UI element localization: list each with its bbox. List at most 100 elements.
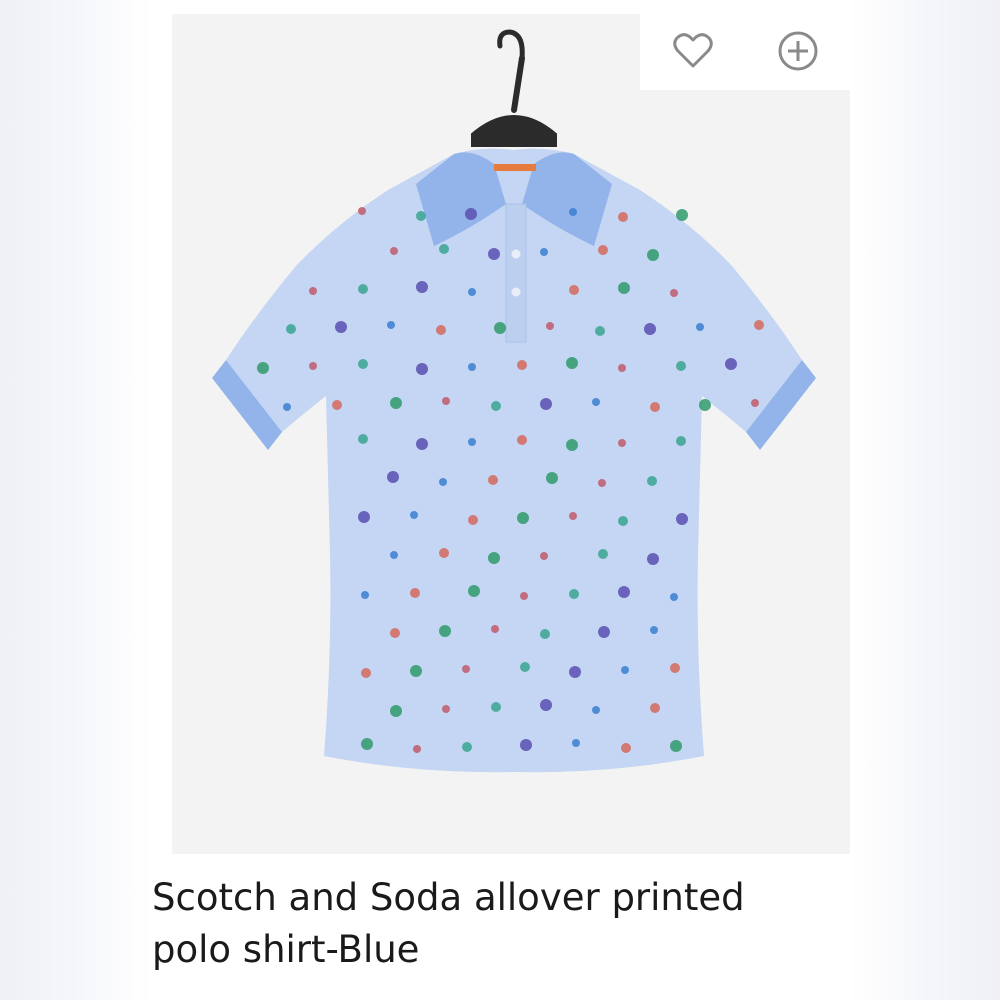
print-dot bbox=[751, 399, 759, 407]
print-dot bbox=[592, 706, 600, 714]
print-dot bbox=[410, 511, 418, 519]
print-dot bbox=[696, 323, 704, 331]
print-dot bbox=[283, 403, 291, 411]
product-title-line-2: polo shirt-Blue bbox=[152, 928, 420, 971]
print-dot bbox=[309, 287, 317, 295]
print-dot bbox=[569, 512, 577, 520]
print-dot bbox=[540, 398, 552, 410]
print-dot bbox=[676, 209, 688, 221]
print-dot bbox=[598, 245, 608, 255]
print-dot bbox=[650, 402, 660, 412]
print-dot bbox=[387, 321, 395, 329]
print-dot bbox=[546, 472, 558, 484]
print-dot bbox=[361, 591, 369, 599]
print-dot bbox=[442, 705, 450, 713]
print-dot bbox=[540, 248, 548, 256]
print-dot bbox=[618, 586, 630, 598]
print-dot bbox=[754, 320, 764, 330]
print-dot bbox=[595, 326, 605, 336]
print-dot bbox=[361, 738, 373, 750]
print-dot bbox=[416, 211, 426, 221]
print-dot bbox=[416, 363, 428, 375]
print-dot bbox=[621, 666, 629, 674]
wishlist-button[interactable] bbox=[665, 23, 721, 79]
print-dot bbox=[439, 478, 447, 486]
print-dot bbox=[569, 285, 579, 295]
product-action-bar bbox=[640, 12, 850, 90]
print-dot bbox=[592, 398, 600, 406]
print-dot bbox=[358, 359, 368, 369]
print-dot bbox=[546, 322, 554, 330]
print-dot bbox=[572, 739, 580, 747]
print-dot bbox=[488, 475, 498, 485]
print-dot bbox=[670, 663, 680, 673]
print-dot bbox=[598, 626, 610, 638]
button-2 bbox=[511, 287, 521, 297]
print-dot bbox=[540, 552, 548, 560]
print-dot bbox=[468, 288, 476, 296]
product-card[interactable]: Scotch and Soda allover printed polo shi… bbox=[152, 0, 850, 1000]
print-dot bbox=[390, 705, 402, 717]
print-dot bbox=[598, 549, 608, 559]
print-dot bbox=[468, 515, 478, 525]
print-dot bbox=[358, 434, 368, 444]
print-dot bbox=[439, 244, 449, 254]
print-dot bbox=[650, 626, 658, 634]
print-dot bbox=[488, 248, 500, 260]
print-dot bbox=[465, 208, 477, 220]
print-dot bbox=[647, 476, 657, 486]
print-dot bbox=[257, 362, 269, 374]
left-background-fade bbox=[0, 0, 152, 1000]
print-dot bbox=[644, 323, 656, 335]
print-dot bbox=[335, 321, 347, 333]
print-dot bbox=[309, 362, 317, 370]
product-image[interactable] bbox=[172, 14, 850, 854]
print-dot bbox=[416, 438, 428, 450]
heart-outline-icon bbox=[672, 33, 713, 68]
print-dot bbox=[439, 548, 449, 558]
polo-shirt-illustration bbox=[172, 14, 850, 854]
print-dot bbox=[676, 436, 686, 446]
print-dot bbox=[387, 471, 399, 483]
print-dot bbox=[468, 438, 476, 446]
print-dot bbox=[699, 399, 711, 411]
print-dot bbox=[566, 357, 578, 369]
print-dot bbox=[494, 322, 506, 334]
print-dot bbox=[520, 739, 532, 751]
print-dot bbox=[520, 592, 528, 600]
print-dot bbox=[566, 439, 578, 451]
print-dot bbox=[468, 585, 480, 597]
page: Scotch and Soda allover printed polo shi… bbox=[0, 0, 1000, 1000]
right-background-fade bbox=[850, 0, 1000, 1000]
print-dot bbox=[520, 662, 530, 672]
print-dot bbox=[491, 702, 501, 712]
print-dot bbox=[676, 361, 686, 371]
print-dot bbox=[569, 208, 577, 216]
print-dot bbox=[670, 593, 678, 601]
print-dot bbox=[410, 588, 420, 598]
print-dot bbox=[358, 511, 370, 523]
print-dot bbox=[517, 360, 527, 370]
product-title-line-1: Scotch and Soda allover printed bbox=[152, 876, 745, 919]
print-dot bbox=[569, 589, 579, 599]
print-dot bbox=[390, 247, 398, 255]
print-dot bbox=[725, 358, 737, 370]
print-dot bbox=[390, 397, 402, 409]
print-dot bbox=[416, 281, 428, 293]
print-dot bbox=[618, 516, 628, 526]
add-to-collection-button[interactable] bbox=[770, 23, 826, 79]
button-1 bbox=[511, 249, 521, 259]
print-dot bbox=[540, 699, 552, 711]
print-dot bbox=[361, 668, 371, 678]
print-dot bbox=[618, 439, 626, 447]
print-dot bbox=[647, 553, 659, 565]
print-dot bbox=[618, 282, 630, 294]
placket bbox=[505, 203, 527, 343]
print-dot bbox=[413, 745, 421, 753]
print-dot bbox=[491, 401, 501, 411]
print-dot bbox=[491, 625, 499, 633]
print-dot bbox=[358, 207, 366, 215]
print-dot bbox=[618, 364, 626, 372]
print-dot bbox=[540, 629, 550, 639]
print-dot bbox=[468, 363, 476, 371]
